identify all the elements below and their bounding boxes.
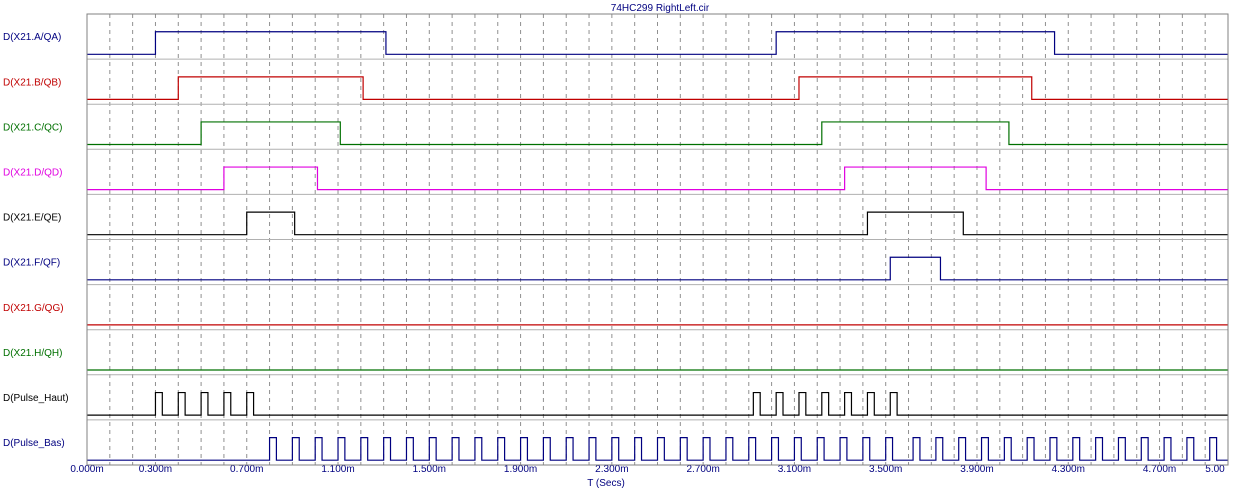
- x-tick-label: 3.100m: [778, 464, 811, 475]
- x-tick-label: 3.500m: [869, 464, 902, 475]
- trace-2: [87, 121, 1228, 146]
- trace-label: D(X21.B/QB): [3, 77, 61, 88]
- trace-label: D(X21.F/QF): [3, 258, 60, 269]
- x-tick-label: 1.900m: [504, 464, 537, 475]
- chart-title: 74HC299 RightLeft.cir: [611, 3, 710, 14]
- trace-9: [87, 437, 1228, 461]
- x-tick-label: 5.00: [1205, 464, 1225, 475]
- x-tick-label: 1.100m: [321, 464, 354, 475]
- trace-0: [87, 31, 1228, 55]
- trace-label: D(X21.H/QH): [3, 348, 62, 359]
- trace-8: [87, 391, 1228, 416]
- x-tick-label: 2.700m: [686, 464, 719, 475]
- trace-5: [87, 256, 1228, 281]
- x-tick-label: 4.300m: [1052, 464, 1085, 475]
- trace-label: D(X21.D/QD): [3, 167, 62, 178]
- trace-label: D(X21.C/QC): [3, 122, 62, 133]
- trace-label: D(X21.E/QE): [3, 213, 61, 224]
- x-tick-label: 0.000m: [70, 464, 103, 475]
- trace-3: [87, 166, 1228, 191]
- x-tick-label: 4.700m: [1143, 464, 1176, 475]
- trace-label: D(X21.A/QA): [3, 32, 61, 43]
- trace-label: D(X21.G/QG): [3, 303, 64, 314]
- x-tick-labels: 0.000m 0.300m 0.700m 1.100m 1.500m 1.900m 2.30…: [70, 464, 1225, 475]
- x-tick-label: 0.700m: [230, 464, 263, 475]
- trace-label: D(Pulse_Haut): [3, 393, 69, 404]
- digital-waveform-chart: 74HC299 RightLeft.cir D(X21.A/QA) D(X21.B…: [3, 3, 1229, 489]
- x-tick-label: 0.300m: [139, 464, 172, 475]
- trace-labels: D(X21.A/QA) D(X21.B/QB) D(X21.C/QC) D(X21.D…: [3, 32, 69, 449]
- x-tick-label: 2.300m: [595, 464, 628, 475]
- x-axis-label: T (Secs): [587, 478, 625, 489]
- trace-label: D(Pulse_Bas): [3, 438, 65, 449]
- x-tick-label: 1.500m: [413, 464, 446, 475]
- x-tick-label: 3.900m: [960, 464, 993, 475]
